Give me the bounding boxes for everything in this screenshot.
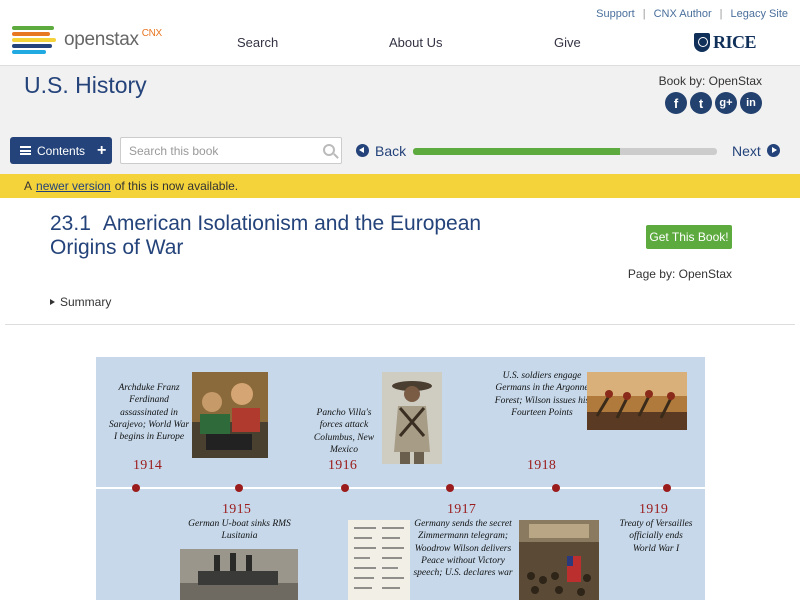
contents-label: Contents: [37, 143, 86, 158]
rice-text: RICE: [713, 32, 757, 52]
timeline-dot-1918: [552, 484, 560, 492]
timeline-dot-1914: [132, 484, 140, 492]
notice-prefix: A: [24, 179, 33, 193]
photo-lusitania: [180, 549, 298, 600]
photo-congress-declares-war: [519, 520, 599, 600]
rice-shield-icon: [694, 33, 710, 52]
summary-toggle[interactable]: Summary: [50, 295, 111, 309]
social-links: f t g+ in: [665, 92, 762, 114]
next-label: Next: [732, 142, 761, 159]
contents-button[interactable]: Contents +: [10, 137, 112, 164]
divider: [5, 324, 795, 325]
logo-text: openstax CNX: [64, 27, 162, 50]
timeline-dot-1919: [663, 484, 671, 492]
event-text-1914: Archduke Franz Ferdinand assassinated in…: [108, 383, 190, 443]
event-text-1917: Germany sends the secret Zimmermann tele…: [413, 519, 513, 579]
summary-label: Summary: [60, 295, 112, 309]
search-box: [120, 137, 342, 164]
logo-stripes-icon: [12, 26, 58, 54]
linkedin-icon[interactable]: in: [740, 92, 762, 114]
list-icon: [20, 146, 31, 155]
triangle-right-icon: [50, 299, 55, 305]
event-text-1916: Pancho Villa's forces attack Columbus, N…: [313, 408, 375, 455]
search-input[interactable]: [121, 138, 311, 163]
nav-about[interactable]: About Us: [389, 35, 442, 50]
section-number: 23.1: [50, 212, 91, 235]
page-title: 23.1 American Isolationism and the Europe…: [50, 212, 520, 260]
facebook-icon[interactable]: f: [665, 92, 687, 114]
nav-give[interactable]: Give: [554, 35, 581, 50]
timeline-dot-1916: [341, 484, 349, 492]
page-by: Page by: OpenStax: [627, 267, 732, 281]
plus-icon: +: [97, 141, 107, 159]
openstax-logo[interactable]: openstax CNX: [12, 26, 162, 54]
timeline-line: [96, 487, 705, 489]
search-icon[interactable]: [323, 144, 335, 156]
year-1917: 1917: [447, 502, 477, 517]
google-plus-icon[interactable]: g+: [715, 92, 737, 114]
year-1915: 1915: [222, 502, 252, 517]
event-text-1915: German U-boat sinks RMS Lusitania: [188, 519, 291, 542]
back-label: Back: [375, 142, 407, 159]
timeline-dot-1915: [235, 484, 243, 492]
book-toolbar: Contents + Back Next: [10, 137, 790, 165]
rice-logo[interactable]: RICE: [694, 32, 757, 53]
back-button[interactable]: Back: [356, 137, 406, 164]
photo-argonne-forest: [587, 372, 687, 430]
twitter-icon[interactable]: t: [690, 92, 712, 114]
book-progress-bar: [413, 148, 717, 155]
year-1919: 1919: [639, 502, 669, 517]
arrow-left-icon: [356, 144, 369, 157]
book-title[interactable]: U.S. History: [24, 72, 147, 99]
book-bar: U.S. History Book by: OpenStax f t g+ in…: [0, 66, 800, 174]
section-title: American Isolationism and the European O…: [50, 212, 482, 259]
book-by: Book by: OpenStax: [658, 74, 762, 88]
get-book-button[interactable]: Get This Book!: [646, 225, 732, 249]
nav-search[interactable]: Search: [237, 35, 278, 50]
event-text-1918: U.S. soldiers engage Germans in the Argo…: [494, 371, 590, 418]
photo-assassination: [192, 372, 268, 458]
year-1914: 1914: [133, 458, 163, 473]
year-1916: 1916: [328, 458, 358, 473]
timeline-figure: Archduke Franz Ferdinand assassinated in…: [96, 357, 705, 600]
site-header: openstax CNX Search About Us Give RICE: [0, 0, 800, 66]
event-text-1919: Treaty of Versailles officially ends Wor…: [619, 519, 693, 554]
photo-pancho-villa: [382, 372, 442, 464]
newer-version-link[interactable]: newer version: [36, 179, 111, 193]
notice-suffix: of this is now available.: [114, 179, 239, 193]
timeline-dot-1917: [446, 484, 454, 492]
photo-zimmermann-telegram: [348, 520, 410, 600]
next-button[interactable]: Next: [732, 137, 780, 164]
newer-version-notice: A newer version of this is now available…: [0, 174, 800, 198]
progress-fill: [413, 148, 620, 155]
arrow-right-icon: [766, 144, 780, 157]
year-1918: 1918: [527, 458, 557, 473]
